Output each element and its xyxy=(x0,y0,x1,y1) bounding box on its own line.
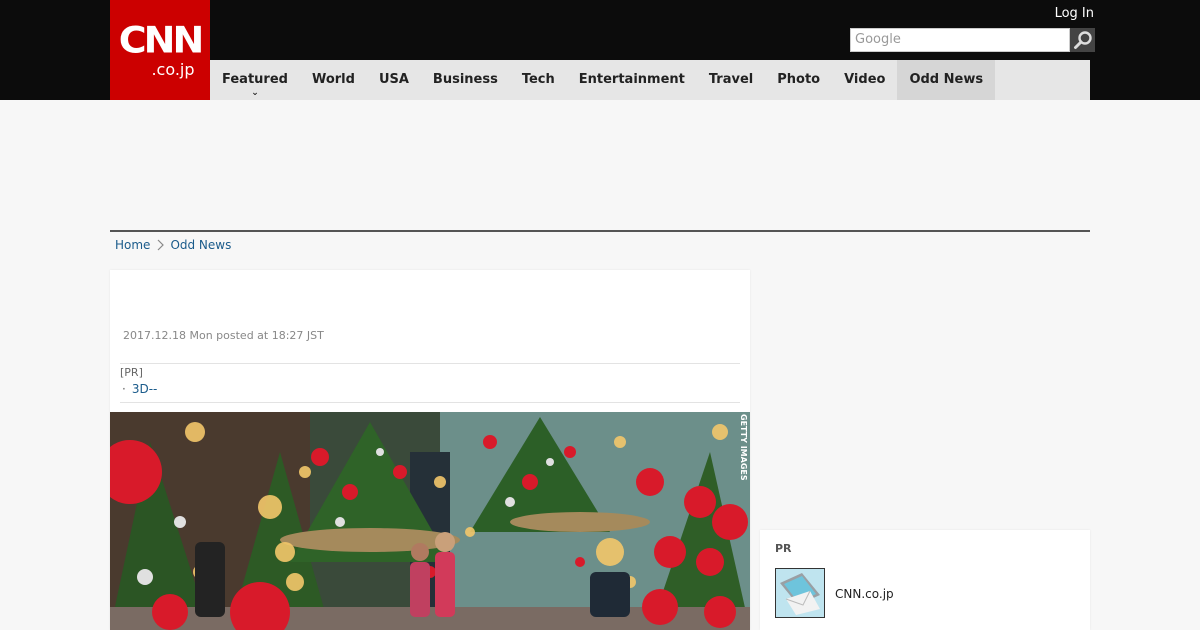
search-placeholder: Google xyxy=(855,32,901,47)
photo-credit: GETTY IMAGES xyxy=(739,414,748,481)
laptop-mail-icon xyxy=(776,569,824,617)
pr-label: [PR] xyxy=(120,366,143,379)
sidebar-pr-item[interactable]: CNN.co.jp xyxy=(835,587,894,601)
christmas-photo-image xyxy=(110,412,750,630)
pr-link[interactable]: · 3D-- xyxy=(120,382,740,396)
nav-tech[interactable]: Tech xyxy=(510,60,567,100)
nav-travel[interactable]: Travel xyxy=(697,60,765,100)
breadcrumb-home[interactable]: Home xyxy=(115,238,150,252)
nav-featured[interactable]: Featured ⌄ xyxy=(210,60,300,100)
chevron-right-icon xyxy=(158,239,165,251)
breadcrumb-current[interactable]: Odd News xyxy=(170,238,231,252)
sidebar-pr-card: PR CNN.co.jp xyxy=(760,530,1090,630)
nav-video[interactable]: Video xyxy=(832,60,897,100)
ad-divider xyxy=(110,230,1090,232)
nav-label: Featured xyxy=(222,72,288,87)
pr-thumbnail-image[interactable] xyxy=(775,568,825,618)
search-button[interactable] xyxy=(1070,28,1095,52)
breadcrumb: Home Odd News xyxy=(115,238,231,252)
pr-link-text: 3D-- xyxy=(131,382,158,396)
search-icon xyxy=(1073,31,1092,49)
bullet-icon: · xyxy=(122,382,126,396)
article-date: 2017.12.18 Mon posted at 18:27 JST xyxy=(123,329,324,342)
nav-world[interactable]: World xyxy=(300,60,367,100)
chevron-down-icon: ⌄ xyxy=(251,88,259,98)
logo-wordmark: CNN xyxy=(118,19,204,61)
nav-usa[interactable]: USA xyxy=(367,60,421,100)
login-link[interactable]: Log In xyxy=(1055,6,1094,21)
pr-block: [PR] · 3D-- xyxy=(120,363,740,403)
article-photo: GETTY IMAGES xyxy=(110,412,750,630)
nav-photo[interactable]: Photo xyxy=(765,60,832,100)
main-nav: Featured ⌄ World USA Business Tech Enter… xyxy=(210,60,1090,100)
nav-entertainment[interactable]: Entertainment xyxy=(567,60,697,100)
search-input[interactable]: Google xyxy=(850,28,1070,52)
nav-odd-news[interactable]: Odd News xyxy=(897,60,996,100)
nav-business[interactable]: Business xyxy=(421,60,510,100)
article-card: 2017.12.18 Mon posted at 18:27 JST [PR] … xyxy=(110,270,750,630)
logo-domain: .co.jp xyxy=(151,60,195,79)
cnn-logo[interactable]: CNN .co.jp xyxy=(110,0,210,100)
sidebar-pr-title: PR xyxy=(775,542,792,555)
